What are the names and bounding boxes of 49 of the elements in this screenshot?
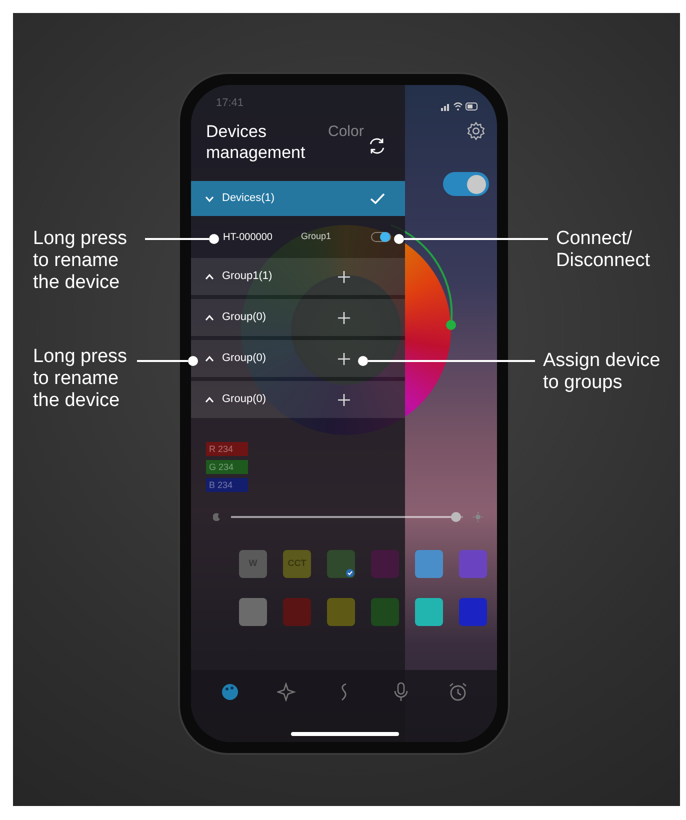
status-icons (441, 101, 479, 111)
callout-text: Connect/ Disconnect (556, 228, 650, 272)
power-switch[interactable] (443, 172, 489, 196)
palette-icon[interactable] (220, 682, 240, 702)
group-row[interactable]: Group(0) (191, 340, 405, 377)
device-group: Group1 (301, 230, 371, 244)
sun-icon (473, 512, 483, 522)
color-swatch[interactable] (327, 550, 355, 578)
color-swatch[interactable] (371, 550, 399, 578)
color-swatch[interactable] (283, 598, 311, 626)
drawer-title: Devices management (206, 121, 306, 163)
chevron-down-icon (205, 196, 214, 202)
alarm-clock-icon[interactable] (448, 682, 468, 702)
plus-icon[interactable] (338, 394, 350, 406)
color-tab[interactable]: Color (328, 121, 364, 144)
color-swatch[interactable] (239, 598, 267, 626)
settings-icon[interactable] (466, 121, 486, 141)
device-name[interactable]: HT-000000 (223, 230, 301, 244)
chevron-up-icon (205, 274, 214, 280)
status-time: 17:41 (216, 96, 244, 110)
callout-text: Assign device to groups (543, 350, 660, 394)
devices-header[interactable]: Devices(1) (191, 181, 405, 216)
connect-switch[interactable] (371, 232, 391, 242)
callout-text: Long press to rename the device (33, 228, 128, 294)
color-swatch[interactable] (371, 598, 399, 626)
color-swatch[interactable] (459, 550, 487, 578)
brightness-thumb[interactable] (451, 512, 462, 522)
color-swatch[interactable] (415, 598, 443, 626)
check-icon (370, 193, 385, 204)
color-swatch[interactable] (327, 598, 355, 626)
plus-icon[interactable] (338, 352, 350, 364)
moon-icon (213, 513, 221, 521)
chevron-up-icon (205, 314, 214, 320)
group-row[interactable]: Group(0) (191, 381, 405, 418)
callout-text: Long press to rename the device (33, 346, 128, 412)
plus-icon[interactable] (338, 270, 350, 282)
chevron-up-icon (205, 396, 214, 402)
group-row[interactable]: Group1(1) (191, 258, 405, 295)
color-swatch[interactable] (459, 598, 487, 626)
rgb-value: R 234 (206, 442, 248, 456)
chevron-up-icon (205, 356, 214, 362)
leader-line (137, 356, 198, 366)
sparkle-icon[interactable] (276, 682, 297, 702)
group-row[interactable]: Group(0) (191, 299, 405, 336)
rgb-value: G 234 (206, 460, 248, 474)
selected-check-icon (346, 569, 354, 577)
rgb-value: B 234 (206, 478, 248, 492)
plus-icon[interactable] (338, 312, 350, 324)
color-swatch[interactable] (415, 550, 443, 578)
